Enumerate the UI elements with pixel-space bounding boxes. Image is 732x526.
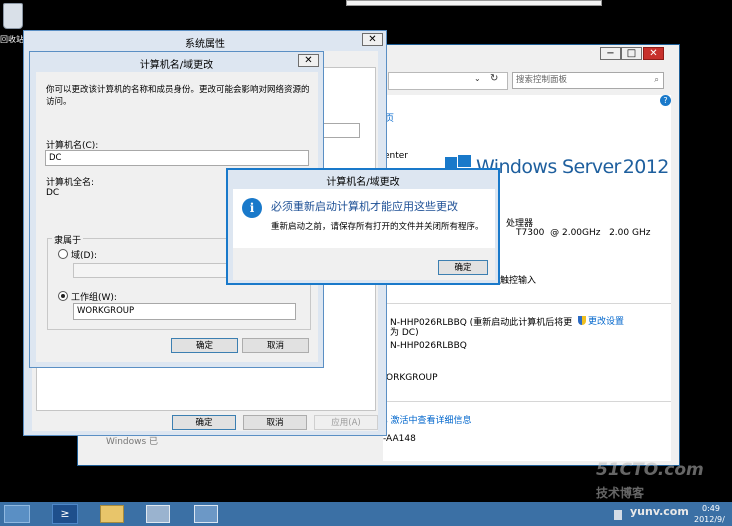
close-button[interactable]: ✕: [643, 47, 664, 60]
clock-date[interactable]: 2012/9/: [694, 515, 725, 524]
full-name-label: 计算机全名:: [46, 178, 95, 188]
network-icon: [614, 510, 622, 520]
workgroup-input[interactable]: WORKGROUP: [73, 303, 296, 320]
member-of-label: 隶属于: [52, 233, 84, 246]
background-window-strip: [346, 0, 602, 6]
computer-name-2: N-HHP026RLBBQ: [390, 341, 467, 351]
computer-name-input[interactable]: DC: [45, 150, 309, 166]
watermark-line1: 51CTO.com: [596, 460, 704, 480]
is-dc-text: 为 DC): [390, 328, 419, 338]
recycle-bin-label: 回收站: [0, 35, 24, 44]
start-icon[interactable]: [4, 505, 30, 523]
divider: [383, 303, 671, 304]
description-text: 你可以更改该计算机的名称和成员身份。更改可能会影响对网络资源的访问。: [46, 85, 310, 107]
ok-button[interactable]: 确定: [171, 338, 238, 353]
system-icon[interactable]: [194, 505, 218, 523]
powershell-icon[interactable]: ≥: [52, 504, 78, 524]
text-field: [320, 123, 360, 138]
domain-label[interactable]: 域(D):: [71, 248, 97, 261]
restart-message-box: 计算机名/域更改 i 必须重新启动计算机才能应用这些更改 重新启动之前，请保存所…: [226, 168, 500, 285]
window-title: 系统属性: [185, 39, 225, 50]
cancel-button[interactable]: 取消: [243, 415, 307, 430]
close-button[interactable]: ✕: [298, 54, 319, 67]
watermark-line2: 技术博客: [596, 486, 645, 500]
ok-button[interactable]: 确定: [172, 415, 236, 430]
apply-button: 应用(A): [314, 415, 378, 430]
info-icon: i: [242, 198, 262, 218]
workgroup-radio[interactable]: [58, 291, 68, 301]
activate-link[interactable]: s 激活中查看详细信息: [383, 413, 472, 426]
watermark-line3: yunv.com: [630, 505, 689, 518]
refresh-icon[interactable]: ↻: [490, 73, 498, 84]
server-manager-icon[interactable]: [146, 505, 170, 523]
minimize-button[interactable]: −: [600, 47, 621, 60]
dropdown-chevron-icon[interactable]: ⌄: [474, 74, 481, 83]
explorer-icon[interactable]: [100, 505, 124, 523]
message-title: 计算机名/域更改: [326, 177, 400, 188]
search-icon: ⌕: [654, 75, 659, 85]
maximize-button[interactable]: □: [621, 47, 642, 60]
message-body: 重新启动之前，请保存所有打开的文件并关闭所有程序。: [271, 222, 484, 232]
product-id: -AA148: [383, 434, 416, 444]
search-input[interactable]: 搜索控制面板 ⌕: [512, 72, 664, 89]
watermark: 51CTO.com 技术博客: [596, 460, 732, 502]
workgroup-label[interactable]: 工作组(W):: [71, 290, 117, 303]
help-icon[interactable]: ?: [660, 95, 671, 106]
domain-radio[interactable]: [58, 249, 68, 259]
cancel-button[interactable]: 取消: [242, 338, 309, 353]
clock-time[interactable]: 0:49: [702, 504, 720, 513]
ok-button[interactable]: 确定: [438, 260, 488, 275]
shield-icon: [578, 316, 586, 325]
processor-value: T7300 @ 2.00GHz 2.00 GHz: [516, 228, 651, 238]
dialog-title: 计算机名/域更改: [139, 60, 214, 71]
full-name-value: DC: [46, 188, 60, 198]
close-button[interactable]: ✕: [362, 33, 383, 46]
text-center: enter: [384, 151, 409, 161]
message-heading: 必须重新启动计算机才能应用这些更改: [271, 200, 458, 213]
windows-server-brand: Windows Server 2012: [476, 156, 669, 178]
change-settings-link[interactable]: 更改设置: [578, 314, 624, 327]
divider: [383, 401, 671, 402]
workgroup-text: ORKGROUP: [386, 373, 438, 383]
pen-input-text: 触控输入: [500, 276, 537, 286]
taskbar: ≥ yunv.com 0:49 2012/9/: [0, 502, 732, 526]
recycle-bin-icon: [3, 3, 23, 29]
